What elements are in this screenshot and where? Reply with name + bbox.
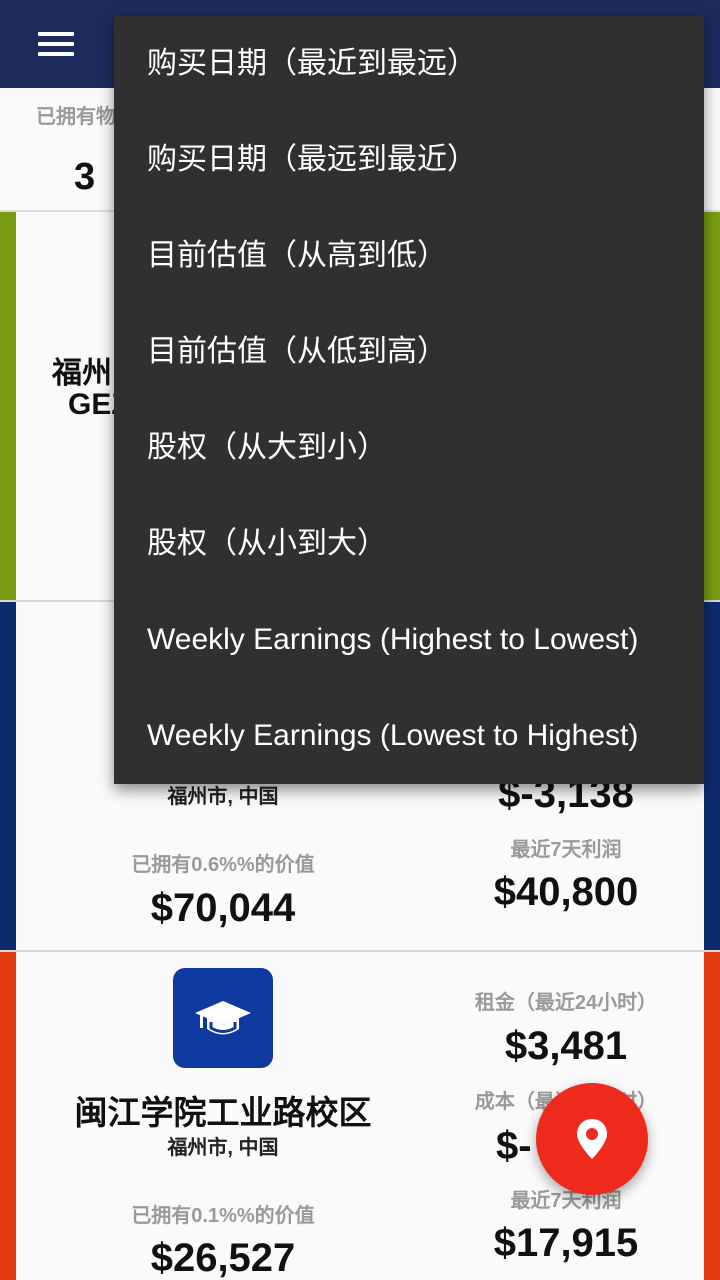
property-location: 福州市, 中国 <box>167 786 279 808</box>
sort-option[interactable]: Weekly Earnings (Highest to Lowest) <box>114 592 704 688</box>
graduation-cap-icon <box>173 968 273 1068</box>
menu-hamburger-icon[interactable] <box>26 22 86 66</box>
ownership-value: $70,044 <box>150 886 296 930</box>
sort-option[interactable]: Weekly Earnings (Lowest to Highest) <box>114 688 704 784</box>
card-accent-left <box>0 212 16 600</box>
weekly-profit-value: $17,915 <box>493 1221 639 1265</box>
sort-dropdown-menu: 购买日期（最近到最远） 购买日期（最远到最近） 目前估值（从高到低） 目前估值（… <box>114 16 704 784</box>
cost-value: $- <box>496 1124 532 1168</box>
sort-option[interactable]: 购买日期（最近到最远） <box>114 16 704 112</box>
weekly-profit-label: 最近7天利润 <box>510 839 622 861</box>
property-location: 福州市, 中国 <box>167 1137 279 1159</box>
ownership-value: $26,527 <box>150 1236 296 1280</box>
sort-option[interactable]: 购买日期（最远到最近） <box>114 112 704 208</box>
ownership-share-label: 已拥有0.6%%的价值 <box>131 854 315 876</box>
owned-properties-count: 3 <box>74 156 96 198</box>
map-pin-icon <box>577 1119 607 1159</box>
ownership-share-label: 已拥有0.1%%的价值 <box>131 1205 315 1227</box>
card-accent-right <box>704 212 720 600</box>
weekly-profit-value: $40,800 <box>493 870 639 914</box>
property-name: 闽江学院工业路校区 <box>74 1094 372 1131</box>
rent-label: 租金（最近24小时） <box>474 992 658 1014</box>
property-name: 福州 <box>52 357 112 390</box>
sort-option[interactable]: 目前估值（从低到高） <box>114 304 704 400</box>
map-fab-button[interactable] <box>536 1083 648 1195</box>
sort-option[interactable]: 目前估值（从高到低） <box>114 208 704 304</box>
owned-properties-label: 已拥有物 <box>36 106 116 128</box>
rent-value: $3,481 <box>504 1024 628 1068</box>
sort-option[interactable]: 股权（从大到小） <box>114 400 704 496</box>
sort-option[interactable]: 股权（从小到大） <box>114 496 704 592</box>
